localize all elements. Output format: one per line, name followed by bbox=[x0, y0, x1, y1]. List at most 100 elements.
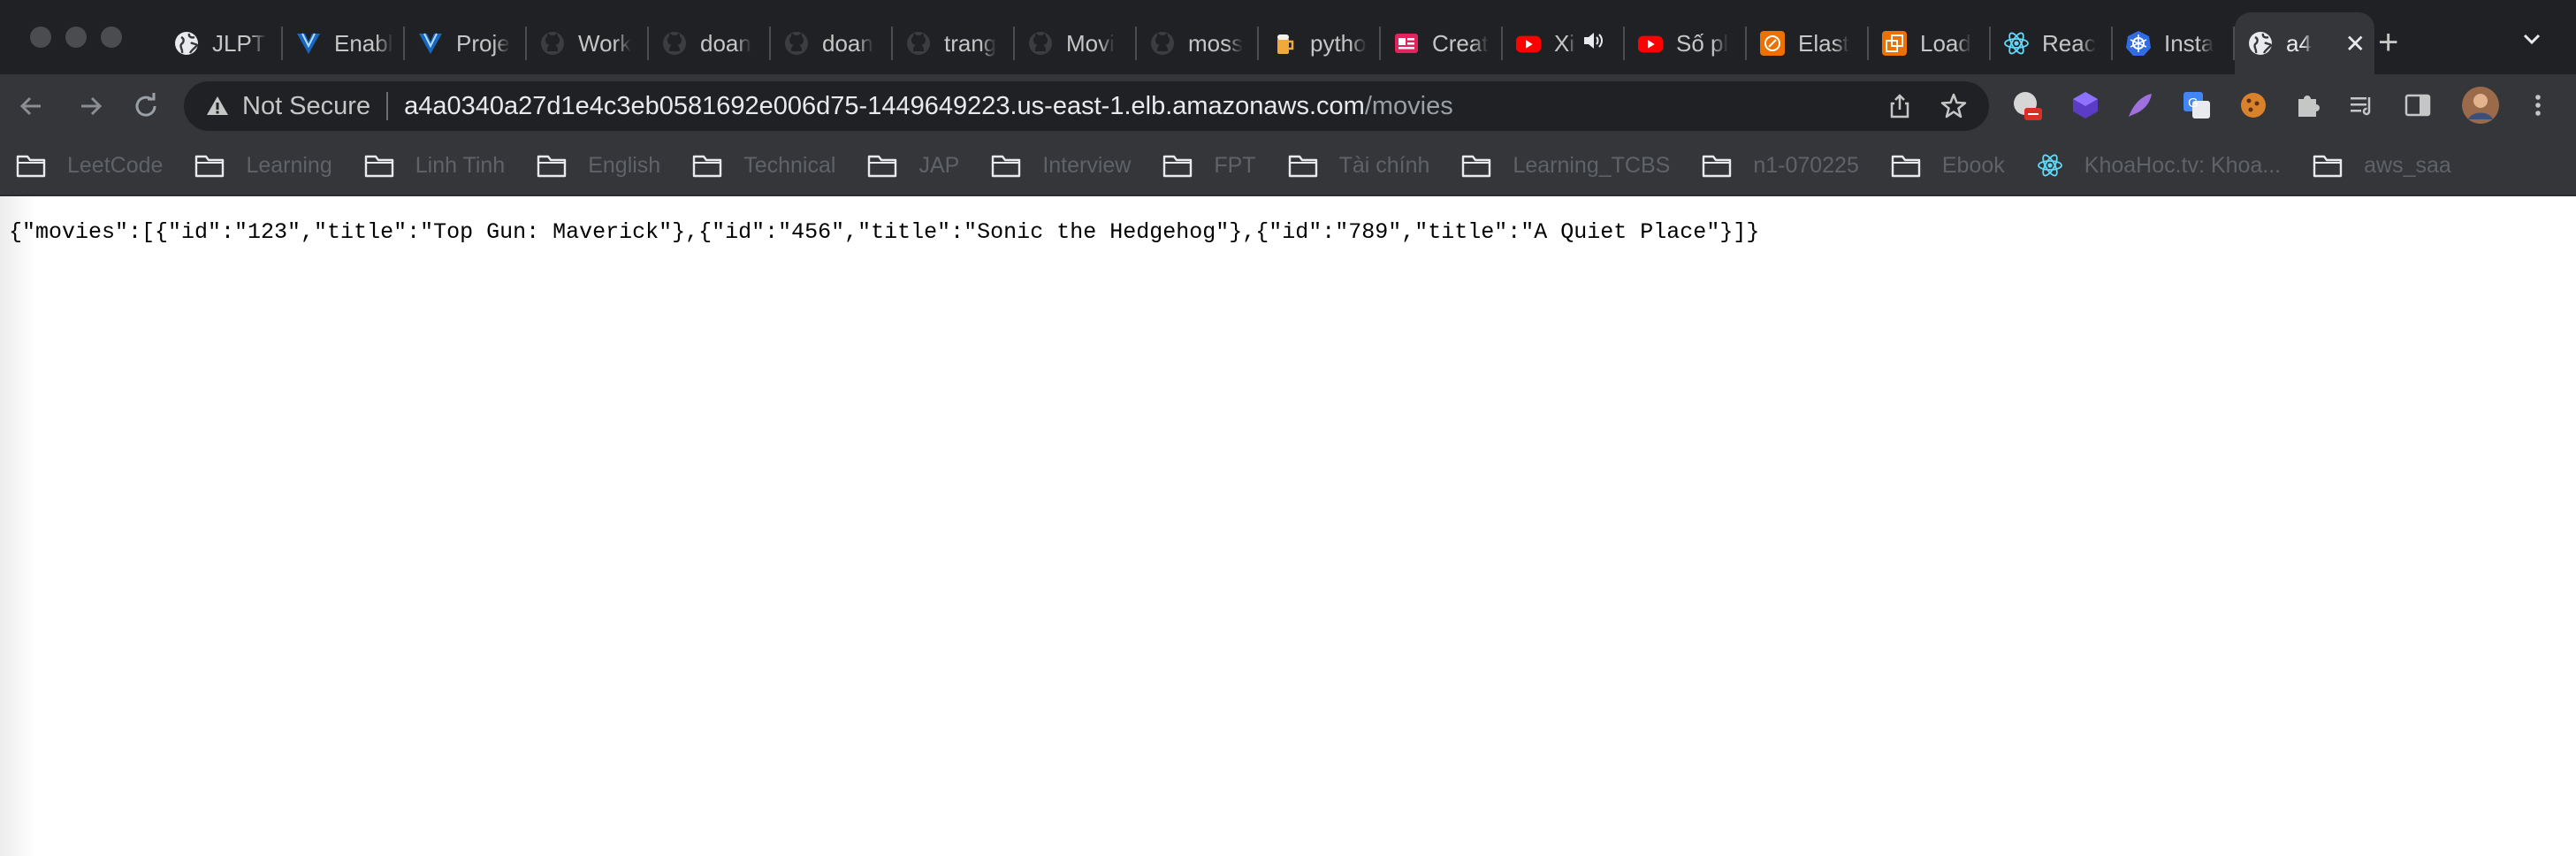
tab-16[interactable]: Reac bbox=[1991, 12, 2113, 74]
folder-icon bbox=[1461, 153, 1502, 178]
tab-title: Insta bbox=[2164, 29, 2214, 57]
tab-title: Movi bbox=[1066, 29, 1115, 57]
bookmark-item[interactable]: KhoaHoc.tv: Khoa... bbox=[2037, 152, 2281, 179]
folder-icon bbox=[2313, 153, 2353, 178]
tab-14[interactable]: Elast bbox=[1747, 12, 1869, 74]
tab-7[interactable]: trang bbox=[893, 12, 1015, 74]
bookmark-item[interactable]: n1-070225 bbox=[1702, 153, 1859, 179]
profile-avatar[interactable] bbox=[2461, 86, 2500, 125]
arrow-left-icon bbox=[19, 96, 41, 116]
bookmark-item[interactable]: JAP bbox=[867, 153, 959, 179]
bookmark-label: aws_saa bbox=[2364, 152, 2451, 178]
folder-icon bbox=[991, 153, 1032, 178]
address-bar[interactable]: Not Secure a4a0340a27d1e4c3eb0581692e006… bbox=[184, 81, 1989, 131]
svg-text:G: G bbox=[2188, 96, 2199, 111]
tab-title: Load bbox=[1920, 29, 1971, 57]
tab-17[interactable]: Insta bbox=[2113, 12, 2235, 74]
side-panel-icon[interactable] bbox=[2401, 88, 2435, 122]
url-host[interactable]: a4a0340a27d1e4c3eb0581692e006d75-1449649… bbox=[404, 92, 1365, 121]
bookmark-item[interactable]: Interview bbox=[991, 153, 1131, 179]
json-response-text: {"movies":[{"id":"123","title":"Top Gun:… bbox=[9, 219, 1760, 245]
github-icon bbox=[539, 30, 566, 57]
bookmark-item[interactable]: LeetCode bbox=[16, 153, 163, 179]
bookmark-item[interactable]: Tài chính bbox=[1288, 152, 1430, 179]
tab-18-active[interactable]: a4 ✕ bbox=[2235, 12, 2374, 74]
form-icon bbox=[1393, 30, 1420, 57]
bookmark-item[interactable]: English bbox=[537, 153, 660, 179]
react-icon bbox=[2003, 30, 2030, 57]
tab-15[interactable]: Load bbox=[1869, 12, 1991, 74]
tab-8[interactable]: Movi bbox=[1015, 12, 1137, 74]
warning-icon[interactable] bbox=[205, 94, 230, 118]
tab-11[interactable]: Creat bbox=[1381, 12, 1503, 74]
reload-icon bbox=[135, 93, 156, 117]
folder-icon bbox=[537, 153, 577, 178]
bookmark-item[interactable]: Learning_TCBS bbox=[1461, 153, 1670, 179]
forward-button[interactable] bbox=[76, 91, 106, 121]
tab-title: Reac bbox=[2042, 29, 2096, 57]
new-tab-button[interactable]: + bbox=[2378, 25, 2398, 60]
close-window-button[interactable] bbox=[30, 27, 51, 48]
browser-chrome: JLPT Enabl Proje Work doan doan trang Movi moss p… bbox=[0, 0, 2576, 196]
media-control-icon[interactable] bbox=[2346, 88, 2380, 122]
bookmark-item[interactable]: FPT bbox=[1162, 153, 1256, 179]
aws-elastic-icon bbox=[1759, 30, 1786, 57]
bookmark-label: Technical bbox=[743, 152, 836, 178]
tab-title: trang bbox=[944, 29, 997, 57]
chevron-down-icon bbox=[2523, 34, 2541, 45]
tab-list: JLPT Enabl Proje Work doan doan trang Movi moss p… bbox=[161, 12, 2374, 74]
ext-feather-icon[interactable] bbox=[2123, 88, 2157, 122]
close-tab-icon[interactable]: ✕ bbox=[2345, 29, 2366, 58]
folder-icon bbox=[16, 153, 57, 178]
google-translate-icon[interactable]: G bbox=[2180, 88, 2214, 122]
menu-kebab-icon[interactable] bbox=[2521, 88, 2555, 122]
bookmark-item[interactable]: Linh Tinh bbox=[364, 153, 505, 179]
tab-9[interactable]: moss bbox=[1137, 12, 1259, 74]
bookmark-label: JAP bbox=[918, 152, 960, 178]
folder-icon bbox=[364, 153, 405, 178]
back-button[interactable] bbox=[16, 91, 46, 121]
tab-5[interactable]: doan bbox=[649, 12, 771, 74]
maximize-window-button[interactable] bbox=[101, 27, 122, 48]
bookmark-label: Linh Tinh bbox=[415, 152, 506, 178]
beer-icon bbox=[1271, 30, 1298, 57]
bookmarks-bar: LeetCode Learning Linh Tinh English Technica… bbox=[0, 136, 2576, 196]
ext-purple-cube-icon[interactable] bbox=[2069, 88, 2102, 122]
bookmark-item[interactable]: Learning bbox=[194, 153, 332, 179]
tab-search-button[interactable] bbox=[2519, 27, 2544, 56]
bookmark-item[interactable]: Technical bbox=[692, 153, 835, 179]
react-icon bbox=[2037, 152, 2074, 179]
tab-1[interactable]: JLPT bbox=[161, 12, 283, 74]
tab-title: a4 bbox=[2286, 29, 2312, 57]
tab-10[interactable]: pytho bbox=[1259, 12, 1381, 74]
folder-icon bbox=[867, 153, 908, 178]
bookmark-label: Tài chính bbox=[1338, 152, 1430, 178]
adblock-icon[interactable] bbox=[2010, 88, 2044, 122]
url-path[interactable]: /movies bbox=[1365, 92, 1453, 121]
tab-title: pytho bbox=[1310, 29, 1367, 57]
bookmark-label: Learning bbox=[246, 152, 332, 178]
reload-button[interactable] bbox=[131, 91, 161, 121]
aws-loadbalancer-icon bbox=[1881, 30, 1908, 57]
toolbar: Not Secure a4a0340a27d1e4c3eb0581692e006… bbox=[0, 74, 2576, 136]
cookie-icon[interactable] bbox=[2237, 88, 2270, 122]
tab-title: Xi bbox=[1554, 29, 1575, 57]
tab-3[interactable]: Proje bbox=[405, 12, 527, 74]
minimize-window-button[interactable] bbox=[65, 27, 87, 48]
tab-2[interactable]: Enabl bbox=[283, 12, 405, 74]
tab-12[interactable]: Xi bbox=[1503, 12, 1625, 74]
speaker-icon[interactable] bbox=[1581, 29, 1604, 58]
tab-4[interactable]: Work bbox=[527, 12, 649, 74]
tab-title: Số pl bbox=[1676, 29, 1729, 57]
tab-6[interactable]: doan bbox=[771, 12, 893, 74]
github-icon bbox=[783, 30, 810, 57]
bookmark-item[interactable]: aws_saa bbox=[2313, 153, 2451, 179]
bookmark-label: English bbox=[588, 152, 661, 178]
bookmark-item[interactable]: Ebook bbox=[1891, 153, 2005, 179]
security-status-label[interactable]: Not Secure bbox=[242, 92, 370, 121]
bookmark-star-icon[interactable] bbox=[1940, 92, 1968, 120]
bookmark-label: KhoaHoc.tv: Khoa... bbox=[2084, 152, 2282, 178]
puzzle-extensions-icon[interactable] bbox=[2291, 88, 2325, 122]
share-icon[interactable] bbox=[1886, 93, 1913, 119]
tab-13[interactable]: Số pl bbox=[1625, 12, 1747, 74]
